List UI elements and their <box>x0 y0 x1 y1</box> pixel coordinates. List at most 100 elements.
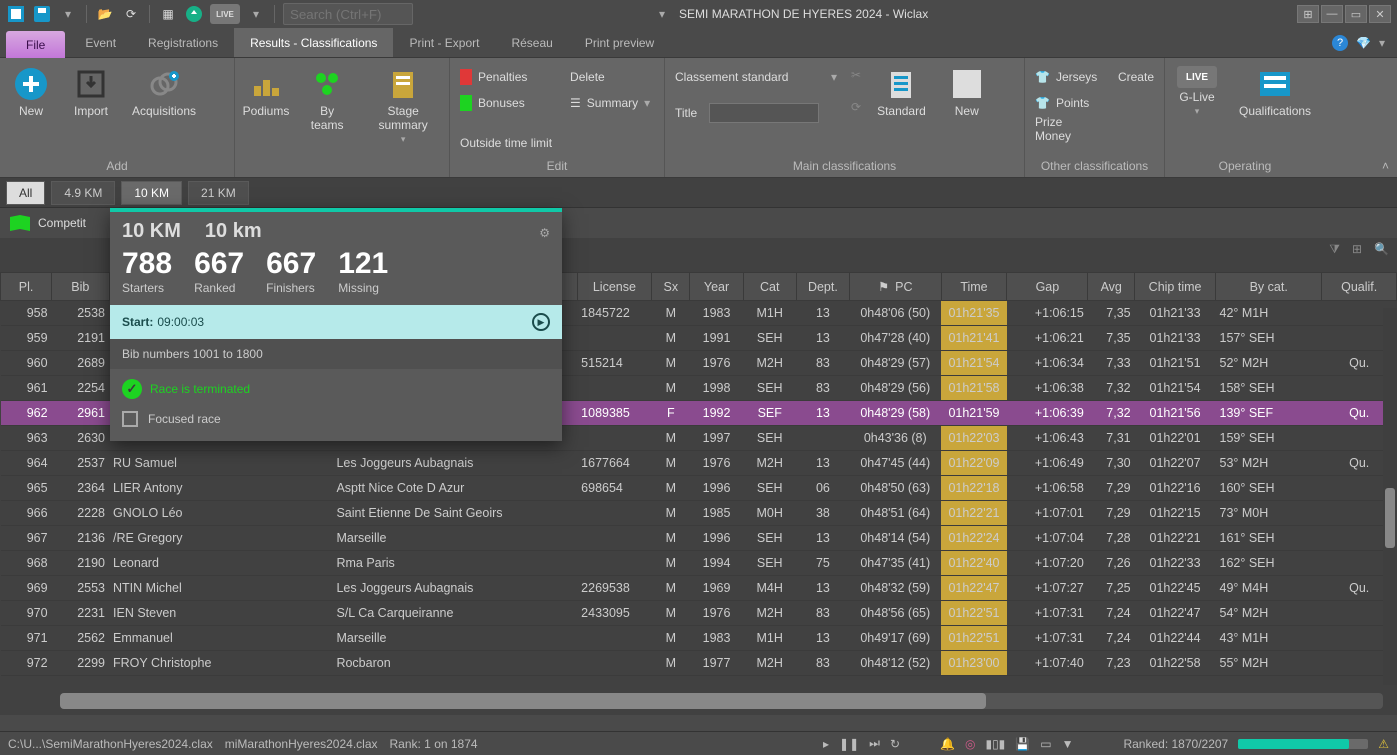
cell-gap: +1:06:34 <box>1007 351 1088 376</box>
col-qualif-[interactable]: Qualif. <box>1322 273 1397 301</box>
search-icon[interactable]: 🔍 <box>1374 242 1389 257</box>
tab-results[interactable]: Results - Classifications <box>234 28 393 57</box>
columns-icon[interactable]: ⊞ <box>1352 242 1362 257</box>
live-badge-icon[interactable]: LIVE <box>210 4 240 24</box>
col-gap[interactable]: Gap <box>1007 273 1088 301</box>
refresh-icon[interactable]: ⟳ <box>851 100 861 114</box>
tab-print-export[interactable]: Print - Export <box>393 28 495 57</box>
delete-button[interactable]: Delete <box>566 66 654 88</box>
penalties-button[interactable]: Penalties <box>456 66 556 88</box>
save-status-icon[interactable]: 💾 <box>1015 737 1030 751</box>
grid-icon[interactable]: ▦ <box>158 4 178 24</box>
play-icon[interactable]: ▶ <box>532 313 550 331</box>
col-dept-[interactable]: Dept. <box>796 273 849 301</box>
col-bib[interactable]: Bib <box>52 273 109 301</box>
col-license[interactable]: License <box>577 273 651 301</box>
qualifications-button[interactable]: Qualifications <box>1233 62 1317 122</box>
col-sx[interactable]: Sx <box>652 273 690 301</box>
byteams-button[interactable]: By teams <box>301 62 353 136</box>
glive-button[interactable]: LIVEG-Live▾ <box>1171 62 1223 121</box>
new-main-button[interactable]: New <box>942 62 992 122</box>
warning-icon[interactable]: ⚠ <box>1378 737 1389 751</box>
gem-icon[interactable]: 💎 <box>1356 36 1371 50</box>
close-button[interactable]: ✕ <box>1369 5 1391 23</box>
horizontal-scrollbar[interactable] <box>60 693 1383 709</box>
next-icon[interactable]: ⏭ <box>869 736 880 751</box>
col-cat[interactable]: Cat <box>743 273 796 301</box>
table-row[interactable]: 9712562EmmanuelMarseilleM1983M1H130h49'1… <box>1 626 1397 651</box>
collapse-ribbon-icon[interactable]: ˄ <box>1382 159 1389 173</box>
jerseys-button[interactable]: 👕Jerseys <box>1031 66 1104 88</box>
upload-cloud-icon[interactable] <box>184 4 204 24</box>
col-by-cat-[interactable]: By cat. <box>1216 273 1322 301</box>
prize-money-button[interactable]: Prize Money <box>1031 118 1104 140</box>
title-dropdown-icon[interactable]: ▾ <box>659 7 665 21</box>
import-button[interactable]: Import <box>66 62 116 122</box>
table-row[interactable]: 9702231IEN StevenS/L Ca Carqueiranne2433… <box>1 601 1397 626</box>
distance-tab-10[interactable]: 10 KM <box>121 181 182 205</box>
loop-icon[interactable]: ↻ <box>890 737 900 751</box>
col-avg[interactable]: Avg <box>1088 273 1135 301</box>
title-input[interactable] <box>709 103 819 123</box>
table-row[interactable]: 9652364LIER AntonyAsptt Nice Cote D Azur… <box>1 476 1397 501</box>
create-button[interactable]: Create <box>1114 66 1158 88</box>
tab-file[interactable]: File <box>6 31 65 58</box>
save-icon[interactable] <box>32 4 52 24</box>
standard-button[interactable]: Standard <box>871 62 932 122</box>
vr-icon[interactable]: ▭ <box>1040 737 1051 751</box>
gear-icon[interactable]: ⚙ <box>539 226 550 240</box>
col-chip-time[interactable]: Chip time <box>1135 273 1216 301</box>
lock-icon[interactable]: ⊞ <box>1297 5 1319 23</box>
classement-select[interactable]: Classement standard▾ <box>671 66 841 88</box>
points-button[interactable]: 👕Points <box>1031 92 1104 114</box>
minimize-button[interactable]: — <box>1321 5 1343 23</box>
down-icon[interactable]: ▼ <box>1062 737 1074 751</box>
vertical-scrollbar[interactable] <box>1383 308 1397 685</box>
dropdown-icon[interactable]: ▾ <box>246 4 266 24</box>
table-row[interactable]: 9642537RU SamuelLes Joggeurs Aubagnais16… <box>1 451 1397 476</box>
bonuses-button[interactable]: Bonuses <box>456 92 556 114</box>
focused-race-checkbox[interactable]: Focused race <box>110 405 562 441</box>
title-field[interactable]: Title <box>671 102 841 124</box>
table-row[interactable]: 9672136/RE GregoryMarseilleM1996SEH130h4… <box>1 526 1397 551</box>
table-row[interactable]: 9662228GNOLO LéoSaint Etienne De Saint G… <box>1 501 1397 526</box>
maximize-button[interactable]: ▭ <box>1345 5 1367 23</box>
tab-registrations[interactable]: Registrations <box>132 28 234 57</box>
dropdown-icon[interactable]: ▾ <box>58 4 78 24</box>
bell-icon[interactable]: 🔔 <box>940 737 955 751</box>
open-folder-icon[interactable]: 📂 <box>95 4 115 24</box>
start-row[interactable]: Start: 09:00:03 ▶ <box>110 305 562 339</box>
table-row[interactable]: 9682190LeonardRma ParisM1994SEH750h47'35… <box>1 551 1397 576</box>
tab-event[interactable]: Event <box>69 28 132 57</box>
cut-icon[interactable]: ✂ <box>851 68 861 82</box>
target-icon[interactable]: ◎ <box>965 737 975 751</box>
distance-tab-21[interactable]: 21 KM <box>188 181 249 205</box>
barcode-icon[interactable]: ▮▯▮ <box>985 737 1005 751</box>
distance-tab-all[interactable]: All <box>6 181 45 205</box>
col-pc[interactable]: ⚑PC <box>850 273 942 301</box>
table-row[interactable]: 9692553NTIN MichelLes Joggeurs Aubagnais… <box>1 576 1397 601</box>
col-time[interactable]: Time <box>941 273 1007 301</box>
distance-tab-49[interactable]: 4.9 KM <box>51 181 115 205</box>
summary-button[interactable]: ☰Summary▾ <box>566 92 654 114</box>
cell-club: Les Joggeurs Aubagnais <box>332 451 577 476</box>
tab-reseau[interactable]: Réseau <box>495 28 568 57</box>
podiums-button[interactable]: Podiums <box>241 62 291 122</box>
group-add-label: Add <box>6 157 228 175</box>
search-input[interactable] <box>283 3 413 25</box>
play-icon[interactable]: ▸ <box>823 737 829 751</box>
tab-print-preview[interactable]: Print preview <box>569 28 670 57</box>
pause-icon[interactable]: ❚❚ <box>839 737 859 751</box>
col-pl-[interactable]: Pl. <box>1 273 52 301</box>
col-year[interactable]: Year <box>690 273 743 301</box>
chevron-down-icon[interactable]: ▾ <box>1379 36 1385 50</box>
help-icon[interactable]: ? <box>1332 35 1348 51</box>
refresh-icon[interactable]: ⟳ <box>121 4 141 24</box>
acquisitions-button[interactable]: Acquisitions <box>126 62 202 122</box>
book-icon[interactable] <box>8 213 32 233</box>
new-button[interactable]: New <box>6 62 56 122</box>
stage-summary-button[interactable]: Stage summary▾ <box>363 62 443 149</box>
outside-time-button[interactable]: Outside time limit <box>456 132 556 154</box>
filter-icon[interactable]: ⧩ <box>1329 242 1340 257</box>
table-row[interactable]: 9722299FROY ChristopheRocbaronM1977M2H83… <box>1 651 1397 676</box>
